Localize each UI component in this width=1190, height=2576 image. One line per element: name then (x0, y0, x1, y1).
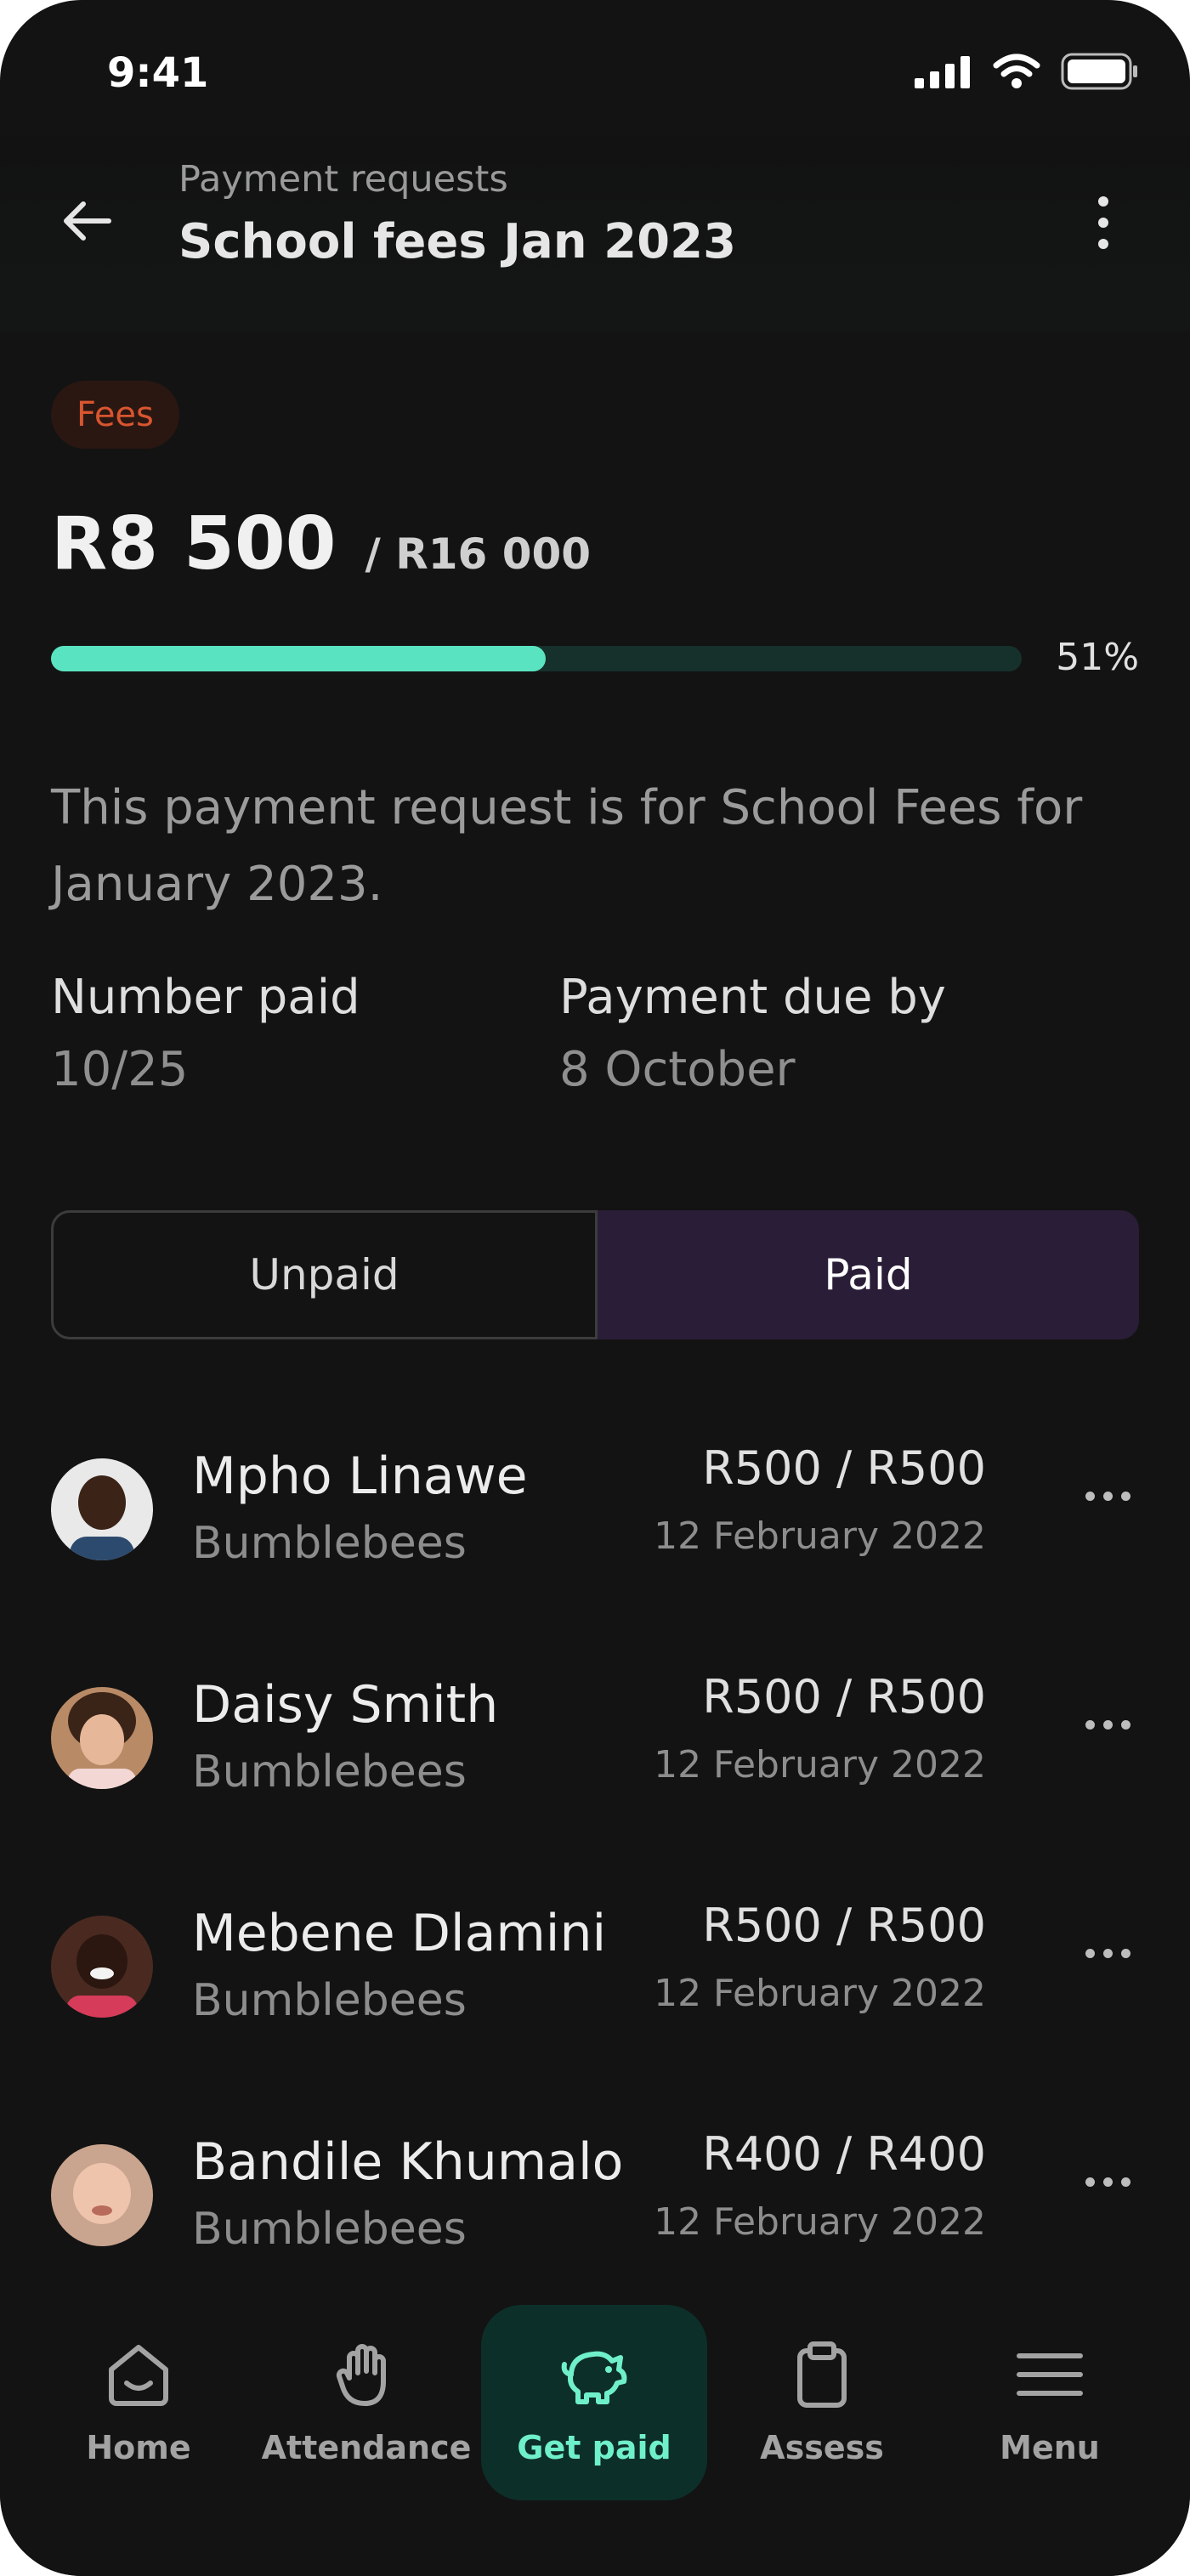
payments-list: Mpho Linawe Bumblebees R500 / R500 12 Fe… (0, 1411, 1190, 2325)
progress-bar (51, 646, 1022, 671)
list-item[interactable]: Bandile Khumalo Bumblebees R400 / R400 1… (0, 2097, 1190, 2325)
stat-value: 8 October (559, 1042, 796, 1097)
phone-screen: 9:41 Payment requests School fees Jan 20… (0, 0, 1190, 2576)
progress-fill (51, 646, 547, 671)
more-horizontal-icon (1085, 2177, 1130, 2187)
nav-get-paid[interactable]: Get paid (481, 2305, 707, 2500)
amount-paid: R8 500 (51, 501, 337, 586)
class-group: Bumblebees (192, 1747, 467, 1798)
status-icons (915, 53, 1139, 90)
bottom-navigation: Home Attendance Get paid Assess Menu (0, 2295, 1190, 2576)
clipboard-icon (797, 2341, 847, 2408)
list-item[interactable]: Mpho Linawe Bumblebees R500 / R500 12 Fe… (0, 1411, 1190, 1639)
avatar (51, 1916, 153, 2018)
row-more-button[interactable] (1069, 2156, 1146, 2207)
nav-label: Assess (760, 2429, 884, 2466)
avatar (51, 1458, 153, 1560)
class-group: Bumblebees (192, 1518, 467, 1569)
child-name: Bandile Khumalo (192, 2132, 624, 2192)
home-icon (109, 2345, 168, 2406)
more-horizontal-icon (1085, 1491, 1130, 1501)
nav-label: Home (86, 2429, 191, 2466)
status-time: 9:41 (107, 49, 209, 97)
request-description: This payment request is for School Fees … (51, 780, 1083, 912)
more-horizontal-icon (1085, 1719, 1130, 1730)
payment-amount: R500 / R500 (702, 1899, 986, 1952)
payment-date: 12 February 2022 (654, 1514, 986, 1558)
amount-summary: R8 500 / R16 000 (51, 501, 591, 586)
stat-number-paid: Number paid 10/25 (51, 964, 360, 1108)
payment-date: 12 February 2022 (654, 2200, 986, 2244)
child-name: Mpho Linawe (192, 1447, 528, 1506)
nav-assess[interactable]: Assess (709, 2305, 935, 2500)
back-button[interactable] (53, 187, 121, 255)
row-more-button[interactable] (1069, 1470, 1146, 1521)
tab-unpaid[interactable]: Unpaid (51, 1210, 598, 1339)
nav-label: Get paid (517, 2429, 672, 2466)
more-horizontal-icon (1085, 1948, 1130, 1958)
stat-label: Payment due by (559, 970, 946, 1025)
more-options-button[interactable] (1069, 189, 1137, 257)
class-group: Bumblebees (192, 2204, 467, 2255)
header-subtitle: Payment requests (178, 158, 508, 201)
stat-due-date: Payment due by 8 October (559, 964, 946, 1108)
signal-icon (915, 56, 970, 88)
class-group: Bumblebees (192, 1975, 467, 2026)
payment-amount: R500 / R500 (702, 1670, 986, 1724)
nav-label: Menu (1000, 2429, 1100, 2466)
page-title: School fees Jan 2023 (178, 214, 737, 269)
payment-date: 12 February 2022 (654, 1743, 986, 1786)
paid-status-toggle: Unpaid Paid (51, 1210, 1139, 1339)
nav-home[interactable]: Home (26, 2305, 252, 2500)
child-name: Daisy Smith (192, 1675, 499, 1735)
avatar (51, 1687, 153, 1789)
stat-label: Number paid (51, 970, 360, 1025)
list-item[interactable]: Daisy Smith Bumblebees R500 / R500 12 Fe… (0, 1639, 1190, 1868)
category-badge: Fees (51, 381, 179, 449)
avatar (51, 2144, 153, 2246)
app-header: Payment requests School fees Jan 2023 (0, 136, 1190, 331)
nav-menu[interactable]: Menu (937, 2305, 1163, 2500)
payment-amount: R500 / R500 (702, 1441, 986, 1495)
row-more-button[interactable] (1069, 1928, 1146, 1979)
nav-label: Attendance (261, 2429, 472, 2466)
arrow-left-icon (64, 201, 111, 241)
amount-total: / R16 000 (365, 529, 592, 579)
payment-amount: R400 / R400 (702, 2127, 986, 2181)
battery-icon (1061, 53, 1137, 90)
menu-icon (1017, 2353, 1083, 2396)
stat-value: 10/25 (51, 1042, 189, 1097)
progress-label: 51% (1056, 636, 1139, 679)
child-name: Mebene Dlamini (192, 1904, 607, 1963)
piggy-bank-icon (561, 2351, 627, 2404)
hand-icon (336, 2344, 386, 2406)
more-vertical-icon (1098, 196, 1108, 249)
wifi-icon (993, 54, 1040, 88)
tab-paid[interactable]: Paid (598, 1210, 1139, 1339)
row-more-button[interactable] (1069, 1699, 1146, 1750)
list-item[interactable]: Mebene Dlamini Bumblebees R500 / R500 12… (0, 1868, 1190, 2097)
nav-attendance[interactable]: Attendance (253, 2305, 479, 2500)
payment-date: 12 February 2022 (654, 1972, 986, 2015)
